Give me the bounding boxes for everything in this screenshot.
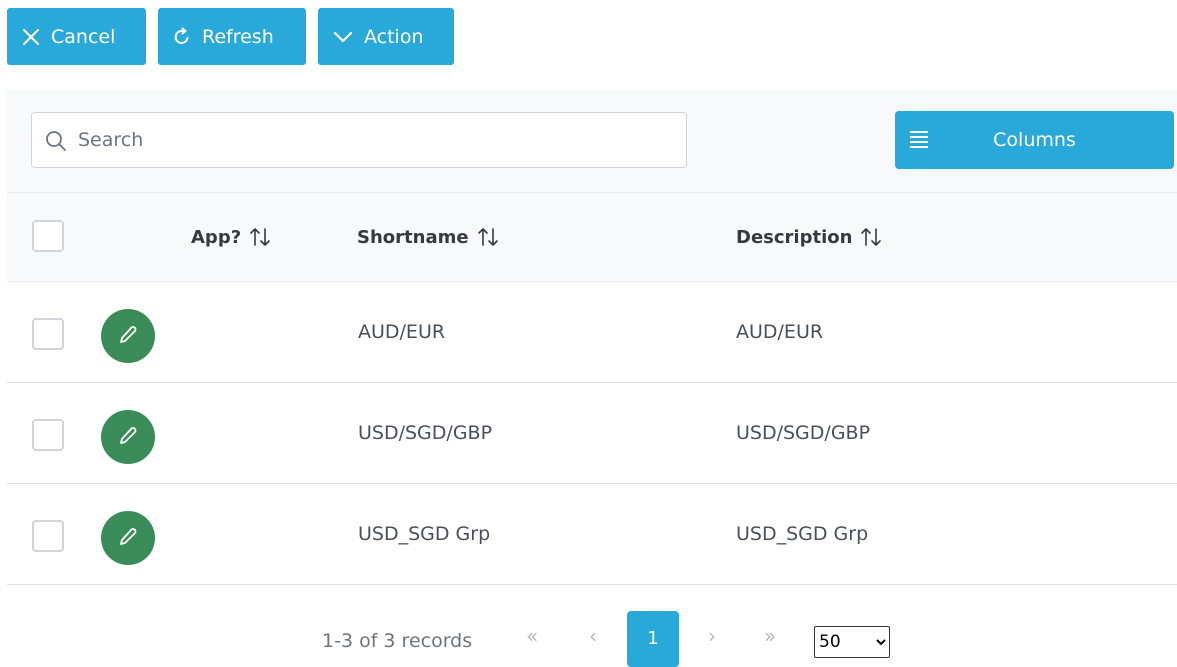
table-header: App? Shortname Description — [7, 192, 1177, 282]
sort-icon — [249, 226, 271, 248]
search-box — [31, 112, 687, 168]
edit-button[interactable] — [101, 511, 155, 565]
search-icon — [45, 130, 67, 156]
refresh-label: Refresh — [202, 25, 274, 48]
cell-description: USD/SGD/GBP — [736, 422, 871, 444]
column-header-app[interactable]: App? — [191, 193, 271, 281]
edit-button[interactable] — [101, 410, 155, 464]
pencil-icon — [117, 526, 139, 551]
prev-page-button[interactable]: ‹ — [589, 624, 597, 648]
toolbar: Cancel Refresh Action — [7, 8, 454, 65]
rows-per-page-select[interactable]: 50 — [814, 626, 890, 658]
select-all-checkbox[interactable] — [32, 220, 64, 252]
refresh-button[interactable]: Refresh — [158, 8, 306, 65]
pagination: 1-3 of 3 records « ‹ 1 › » 50 — [0, 610, 1177, 667]
column-header-shortname[interactable]: Shortname — [357, 193, 499, 281]
close-icon — [21, 27, 41, 47]
refresh-icon — [172, 27, 192, 47]
search-input[interactable] — [78, 113, 668, 167]
table-row: USD_SGD Grp USD_SGD Grp — [7, 484, 1177, 585]
page-button-current[interactable]: 1 — [627, 611, 679, 667]
chevron-down-icon — [332, 27, 354, 47]
cancel-button[interactable]: Cancel — [7, 8, 146, 65]
table-row: AUD/EUR AUD/EUR — [7, 282, 1177, 383]
sort-icon — [477, 226, 499, 248]
row-checkbox[interactable] — [32, 419, 64, 451]
pencil-icon — [117, 324, 139, 349]
pencil-icon — [117, 425, 139, 450]
table-row: USD/SGD/GBP USD/SGD/GBP — [7, 383, 1177, 484]
row-checkbox[interactable] — [32, 318, 64, 350]
cancel-label: Cancel — [51, 25, 116, 48]
edit-button[interactable] — [101, 309, 155, 363]
records-count: 1-3 of 3 records — [322, 630, 473, 652]
bars-icon — [908, 130, 930, 153]
table-toolbar: Columns — [7, 90, 1177, 192]
cell-shortname: USD_SGD Grp — [358, 523, 491, 545]
row-checkbox[interactable] — [32, 520, 64, 552]
next-page-button[interactable]: › — [708, 624, 716, 648]
cell-shortname: USD/SGD/GBP — [358, 422, 493, 444]
action-button[interactable]: Action — [318, 8, 454, 65]
last-page-button[interactable]: » — [764, 624, 776, 648]
action-label: Action — [364, 25, 424, 48]
columns-label: Columns — [993, 129, 1076, 151]
columns-button[interactable]: Columns — [895, 111, 1174, 169]
cell-description: USD_SGD Grp — [736, 523, 869, 545]
column-header-description[interactable]: Description — [736, 193, 882, 281]
cell-description: AUD/EUR — [736, 321, 824, 343]
sort-icon — [860, 226, 882, 248]
cell-shortname: AUD/EUR — [358, 321, 446, 343]
first-page-button[interactable]: « — [526, 624, 538, 648]
